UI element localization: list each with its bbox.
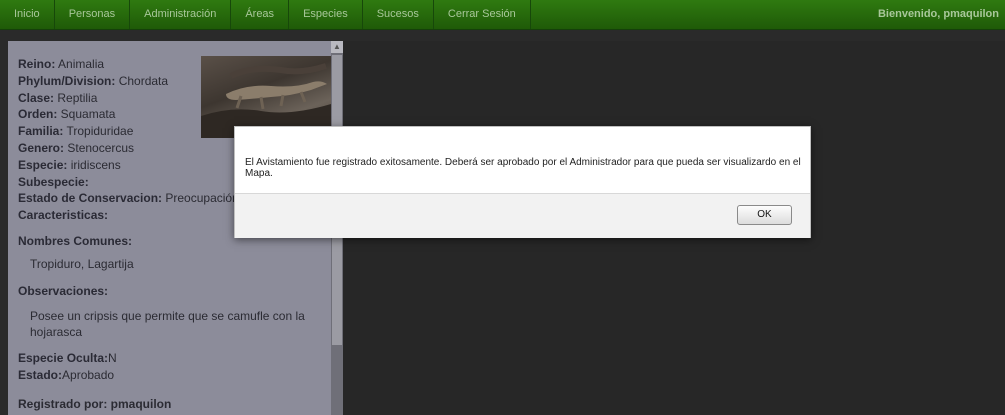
dialog-footer: OK	[235, 193, 810, 238]
nav-especies[interactable]: Especies	[289, 0, 363, 29]
nav-inicio[interactable]: Inicio	[0, 0, 55, 29]
top-navigation-bar: Inicio Personas Administración Áreas Esp…	[0, 0, 1005, 30]
main-menu: Inicio Personas Administración Áreas Esp…	[0, 0, 531, 29]
nav-personas[interactable]: Personas	[55, 0, 131, 29]
nav-administracion[interactable]: Administración	[130, 0, 232, 29]
welcome-message: Bienvenido, pmaquilon	[877, 8, 999, 20]
success-dialog: El Avistamiento fue registrado exitosame…	[234, 126, 811, 238]
nav-cerrar-sesion[interactable]: Cerrar Sesión	[434, 0, 531, 29]
ok-button[interactable]: OK	[737, 205, 792, 225]
nav-sucesos[interactable]: Sucesos	[363, 0, 434, 29]
dialog-message: El Avistamiento fue registrado exitosame…	[245, 157, 801, 179]
nav-areas[interactable]: Áreas	[231, 0, 290, 29]
